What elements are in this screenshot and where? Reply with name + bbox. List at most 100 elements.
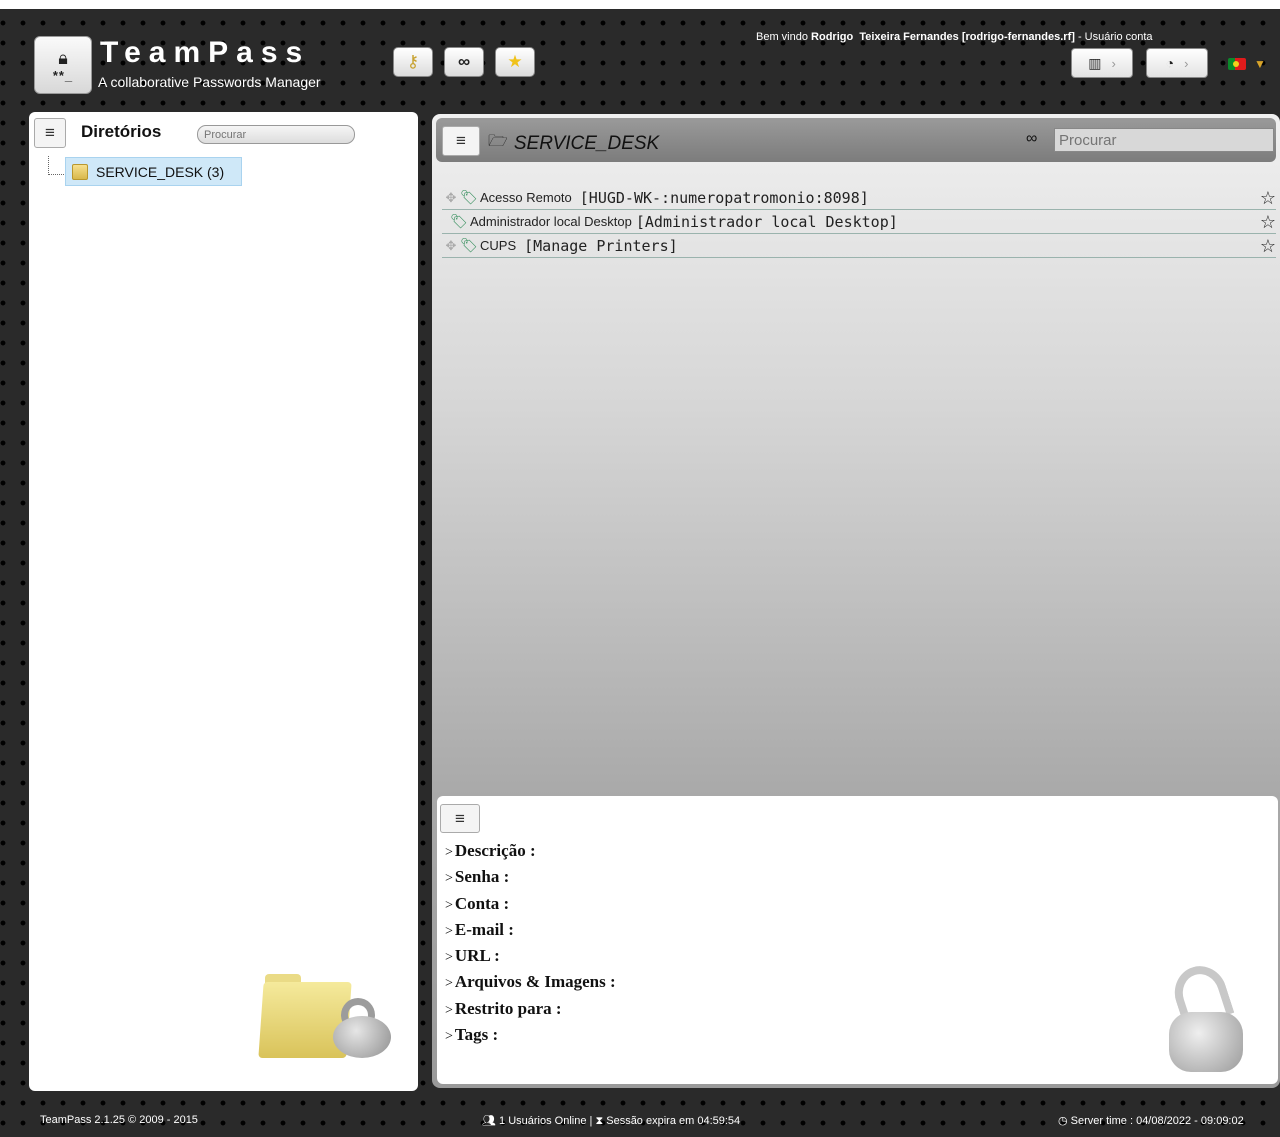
tree-folder-label: SERVICE_DESK (3) bbox=[96, 163, 225, 180]
server-time-text: Server time : 04/08/2022 - 09:09:02 bbox=[1070, 1115, 1244, 1127]
map-icon: ▥ bbox=[1088, 54, 1102, 71]
dashboard-button[interactable]: ◔ › bbox=[1146, 48, 1208, 78]
folder-lock-illustration bbox=[258, 974, 391, 1066]
details-fields: > Descrição : > Senha : > Conta : > E-mail :… bbox=[445, 838, 616, 1048]
user-first-name: Rodrigo bbox=[811, 31, 854, 43]
item-account[interactable]: [HUGD-WK-:numeropatromonio:8098] bbox=[580, 189, 869, 207]
chevron-right-icon: > bbox=[445, 845, 453, 860]
item-details-panel: ≡ > Descrição : > Senha : > Conta : > E-mail… bbox=[437, 796, 1278, 1084]
portugal-flag-icon[interactable] bbox=[1228, 58, 1246, 70]
server-time: ◷ Server time : 04/08/2022 - 09:09:02 bbox=[1058, 1114, 1244, 1127]
chevron-right-icon: > bbox=[445, 897, 453, 913]
field-tags[interactable]: > Tags : bbox=[445, 1022, 616, 1048]
favorite-star-icon[interactable]: ☆ bbox=[1260, 212, 1276, 233]
chevron-right-icon: > bbox=[445, 1029, 453, 1045]
folder-title-label: SERVICE_DESK bbox=[513, 132, 660, 154]
binoculars-icon: ∞ bbox=[457, 52, 471, 71]
chevron-right-icon: > bbox=[445, 1002, 453, 1018]
folders-search-input[interactable] bbox=[197, 125, 355, 144]
field-label: URL : bbox=[454, 946, 500, 966]
online-users-text: 1 Usuários Online | bbox=[499, 1115, 596, 1127]
welcome-text: Bem vindo Rodrigo Teixeira Fernandes [ro… bbox=[756, 31, 1153, 43]
tag-icon: 🏷︎ bbox=[460, 237, 478, 253]
find-button[interactable]: ∞ bbox=[444, 47, 484, 77]
chevron-right-icon: › bbox=[1111, 55, 1116, 71]
items-menu-button[interactable]: ≡ bbox=[442, 126, 480, 156]
field-label: Arquivos & Imagens : bbox=[454, 972, 616, 992]
list-item[interactable]: ✥ 🏷︎ CUPS [Manage Printers] ☆ bbox=[442, 234, 1276, 258]
teampass-logo[interactable]: 🔒︎ **_ bbox=[34, 36, 92, 94]
footer: TeamPass 2.1.25 © 2009 - 2015 👥︎ 1 Usuár… bbox=[0, 1108, 1280, 1134]
field-label: E-mail : bbox=[454, 919, 514, 939]
key-icon: ⚷ bbox=[406, 52, 420, 71]
item-label[interactable]: Acesso Remoto bbox=[480, 190, 572, 205]
tree-folder-service-desk[interactable]: SERVICE_DESK (3) bbox=[65, 157, 242, 186]
favorite-star-icon[interactable]: ☆ bbox=[1260, 236, 1276, 257]
field-label: Tags : bbox=[454, 1025, 499, 1045]
item-label[interactable]: Administrador local Desktop bbox=[470, 214, 632, 229]
move-handle-icon[interactable]: ✥ bbox=[442, 238, 460, 254]
field-url[interactable]: > URL : bbox=[445, 943, 616, 969]
key-button[interactable]: ⚷ bbox=[393, 47, 433, 77]
items-header: ≡ 🗁 SERVICE_DESK ∞ bbox=[436, 118, 1276, 162]
lock-icon: 🔒︎ bbox=[58, 47, 68, 68]
field-label: Restrito para : bbox=[454, 998, 562, 1018]
dashboard-icon: ◔ bbox=[1165, 55, 1175, 71]
favorite-star-icon[interactable]: ☆ bbox=[1260, 188, 1276, 209]
favorites-button[interactable]: ★ bbox=[495, 47, 535, 77]
tag-icon: 🏷︎ bbox=[450, 213, 468, 229]
version-text: TeamPass 2.1.25 © 2009 - 2015 bbox=[40, 1114, 198, 1126]
folder-title: 🗁 SERVICE_DESK bbox=[488, 130, 659, 157]
field-label: Descrição : bbox=[454, 841, 536, 860]
welcome-suffix: - Usuário conta bbox=[1074, 31, 1153, 43]
list-item[interactable]: ✥ 🏷︎ Acesso Remoto [HUGD-WK-:numeropatro… bbox=[442, 186, 1276, 210]
folders-menu-button[interactable]: ≡ bbox=[34, 118, 66, 148]
list-item[interactable]: 🏷︎ Administrador local Desktop [Administ… bbox=[442, 210, 1276, 234]
chevron-right-icon: > bbox=[445, 976, 453, 992]
star-icon: ★ bbox=[507, 52, 523, 71]
tree-connector bbox=[48, 156, 66, 175]
brand-title: TeamPass bbox=[100, 36, 311, 69]
clock-icon: ◷ bbox=[1058, 1115, 1068, 1127]
items-list: ✥ 🏷︎ Acesso Remoto [HUGD-WK-:numeropatro… bbox=[442, 186, 1276, 258]
password-stars-icon: **_ bbox=[52, 67, 74, 83]
folders-title: Diretórios bbox=[81, 122, 162, 141]
hamburger-icon: ≡ bbox=[45, 123, 55, 142]
items-search-input[interactable] bbox=[1054, 128, 1274, 152]
caret-down-icon[interactable]: ▼ bbox=[1254, 57, 1266, 71]
move-handle-icon[interactable]: ✥ bbox=[442, 190, 460, 206]
chevron-right-icon: > bbox=[445, 871, 453, 887]
item-label[interactable]: CUPS bbox=[480, 238, 516, 253]
welcome-prefix: Bem vindo bbox=[756, 31, 812, 43]
user-full-name: Teixeira Fernandes [rodrigo-fernandes.rf… bbox=[859, 31, 1075, 43]
map-button[interactable]: ▥ › bbox=[1071, 48, 1133, 78]
tag-icon: 🏷︎ bbox=[460, 189, 478, 205]
brand-subtitle: A collaborative Passwords Manager bbox=[98, 74, 321, 90]
hourglass-icon: ⧗ bbox=[595, 1115, 604, 1127]
item-account[interactable]: [Manage Printers] bbox=[524, 237, 678, 255]
chevron-right-icon: > bbox=[445, 923, 453, 939]
field-password[interactable]: > Senha : bbox=[445, 864, 616, 890]
field-email[interactable]: > E-mail : bbox=[445, 917, 616, 943]
field-account[interactable]: > Conta : bbox=[445, 891, 616, 917]
binoculars-icon: ∞ bbox=[1026, 130, 1038, 147]
top-strip bbox=[0, 0, 1280, 9]
field-label: Senha : bbox=[454, 867, 510, 887]
item-account[interactable]: [Administrador local Desktop] bbox=[636, 213, 898, 231]
chevron-right-icon: › bbox=[1184, 55, 1189, 71]
field-restricted-to[interactable]: > Restrito para : bbox=[445, 996, 616, 1022]
folders-panel: ≡ Diretórios SERVICE_DESK (3) bbox=[29, 112, 418, 1091]
details-menu-button[interactable]: ≡ bbox=[440, 804, 480, 833]
open-padlock-illustration bbox=[1167, 959, 1247, 1076]
users-icon: 👥︎ bbox=[482, 1115, 496, 1127]
session-expire-text: Sessão expira em 04:59:54 bbox=[606, 1115, 741, 1127]
field-label: Conta : bbox=[454, 893, 510, 913]
folder-open-icon: 🗁 bbox=[488, 133, 508, 150]
chevron-right-icon: > bbox=[445, 950, 453, 966]
hamburger-icon: ≡ bbox=[456, 131, 466, 150]
field-files-images[interactable]: > Arquivos & Imagens : bbox=[445, 969, 616, 995]
field-description[interactable]: > Descrição : bbox=[445, 838, 616, 864]
session-info: 👥︎ 1 Usuários Online | ⧗ Sessão expira e… bbox=[482, 1114, 740, 1128]
hamburger-icon: ≡ bbox=[455, 808, 465, 828]
folder-icon bbox=[72, 163, 88, 180]
